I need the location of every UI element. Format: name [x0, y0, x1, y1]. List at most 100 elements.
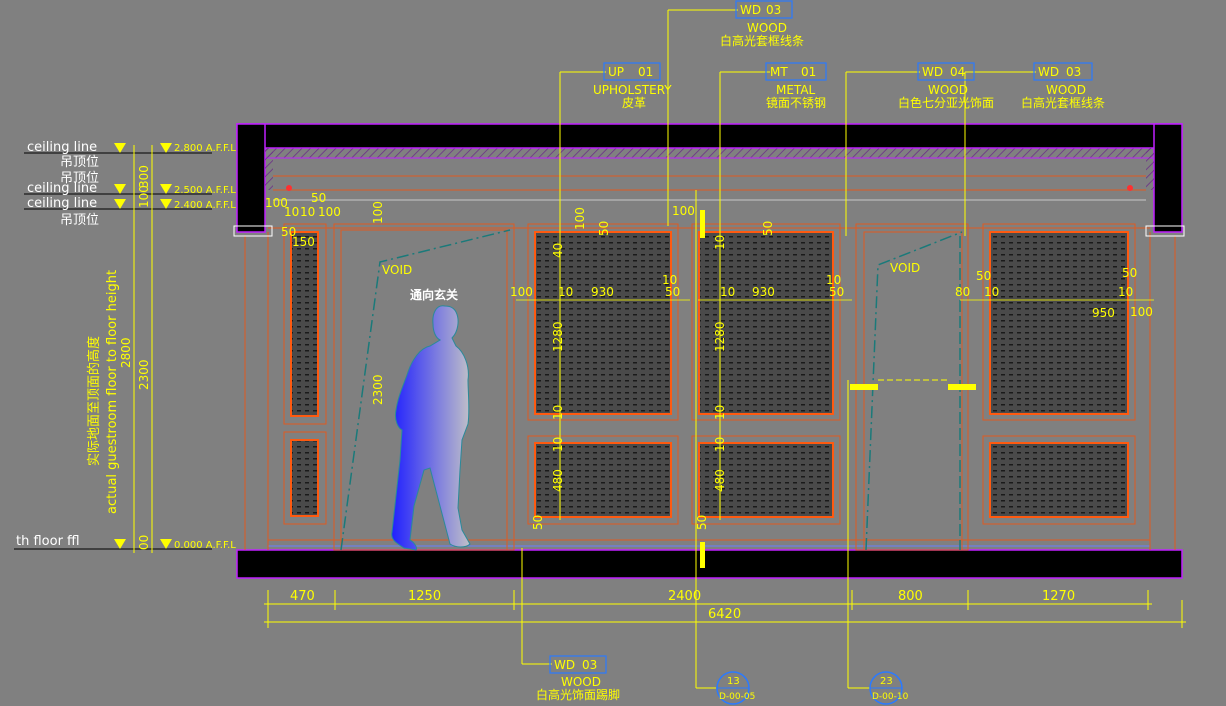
dim-label: 10 — [284, 205, 299, 219]
left-panels — [283, 223, 327, 525]
dim-label: 50 — [531, 515, 545, 530]
dim-label: 10 — [551, 405, 565, 420]
tag-desc: 白高光套框线条 — [720, 33, 804, 48]
dim-470: 470 — [290, 589, 315, 604]
dim-2800: 2800 — [119, 337, 133, 368]
caption-cn: 实际地面至顶面的高度 — [86, 336, 102, 466]
dim-label: 50 — [761, 221, 775, 236]
dim-1250: 1250 — [408, 589, 441, 604]
dim-label: 50 — [665, 285, 680, 299]
dim-label: 50 — [829, 285, 844, 299]
tag-code: WD — [740, 3, 761, 17]
dim-label: 100 — [371, 201, 385, 224]
dim-label: 1280 — [551, 321, 565, 352]
level-ceiling-3-sub: 吊顶位 — [60, 213, 99, 228]
tag-metal: MT 01 METAL 镜面不锈钢 — [765, 62, 827, 110]
dim-label: 50 — [597, 221, 611, 236]
dim-label: 50 — [1122, 266, 1137, 280]
tag-code: MT — [770, 65, 788, 79]
dim-2300: 2300 — [137, 359, 151, 390]
section-marker-left: 13 D-00-05 — [716, 671, 755, 705]
tag-bottom-wood: WD 03 WOOD 白高光饰面踢脚 — [536, 655, 620, 702]
dim-label: 10 — [558, 285, 573, 299]
tag-number: 04 — [950, 65, 965, 79]
tag-number: 01 — [801, 65, 816, 79]
dim-label: 10 — [720, 285, 735, 299]
dim-label: 10 — [662, 273, 677, 287]
dim-label: 10 — [300, 205, 315, 219]
tag-wood-03b: WD 03 WOOD 白高光套框线条 — [1021, 62, 1105, 110]
dim-label: 100 — [318, 205, 341, 219]
tag-upholstery: UP 01 UPHOLSTERY 皮革 — [593, 62, 672, 110]
tag-desc: 白高光套框线条 — [1021, 95, 1105, 110]
dim-label: 480 — [713, 469, 727, 492]
elevation-drawing: WD 03 WOOD 白高光套框线条 UP 01 UPHOLSTERY 皮革 M… — [14, 0, 1186, 705]
dim-label: 80 — [955, 285, 970, 299]
dim-100: 100 — [137, 185, 151, 208]
dim-label: 930 — [752, 285, 775, 299]
tag-wood-04: WD 04 WOOD 白色七分亚光饰面 — [898, 62, 994, 110]
dim-label: 100 — [510, 285, 533, 299]
level-ceiling-1-value: 2.800 A.F.F.L — [174, 143, 236, 154]
dim-label: 100 — [1130, 305, 1153, 319]
entrance-label: 通向玄关 — [410, 287, 458, 302]
level-ceiling-3-value: 2.400 A.F.F.L — [174, 200, 236, 211]
section-number: 13 — [727, 676, 740, 687]
dim-label: 40 — [551, 243, 565, 258]
dim-label: 50 — [695, 515, 709, 530]
dim-800: 800 — [898, 589, 923, 604]
dim-label: 950 — [1092, 306, 1115, 320]
level-ceiling-1-sub: 吊顶位 — [60, 155, 99, 170]
level-floor-label: th floor ffl — [16, 534, 80, 549]
tag-material: UPHOLSTERY — [593, 83, 672, 97]
dim-label: 50 — [976, 269, 991, 283]
tag-number: 03 — [1066, 65, 1081, 79]
bottom-dims: 470 1250 2400 800 1270 6420 — [264, 589, 1186, 628]
tag-code: WD — [554, 658, 575, 672]
section-number: 23 — [880, 676, 893, 687]
section-marker-right: 23 D-00-10 — [869, 671, 909, 705]
tag-number: 03 — [766, 3, 781, 17]
level-ceiling-2-label: ceiling line — [27, 181, 97, 196]
dim-label: 480 — [551, 469, 565, 492]
dim-00: 00 — [137, 535, 151, 550]
dim-label: 50 — [311, 191, 326, 205]
void-label-left: VOID — [382, 263, 412, 277]
void-label-right: VOID — [890, 261, 920, 275]
panel-group-3 — [982, 223, 1136, 525]
tag-material: WOOD — [928, 83, 968, 97]
dim-300: 300 — [137, 165, 151, 188]
dim-label: 1280 — [713, 321, 727, 352]
dim-label: 10 — [713, 235, 727, 250]
tag-code: UP — [608, 65, 624, 79]
dim-label: 10 — [551, 437, 565, 452]
tag-top-wood: WD 03 WOOD 白高光套框线条 — [720, 0, 804, 48]
level-ceiling-2-value: 2.500 A.F.F.L — [174, 185, 236, 196]
section-ref: D-00-10 — [872, 692, 909, 702]
dim-label: 930 — [591, 285, 614, 299]
dim-label: 10 — [713, 405, 727, 420]
dim-label: 10 — [713, 437, 727, 452]
level-ceiling-3-label: ceiling line — [27, 196, 97, 211]
level-ceiling-1-label: ceiling line — [27, 140, 97, 155]
tag-code: WD — [1038, 65, 1059, 79]
dim-label: 100 — [573, 207, 587, 230]
tag-material: WOOD — [561, 675, 601, 689]
level-floor-value: 0.000 A.F.F.L — [174, 540, 236, 551]
caption-en: actual guestroom floor to floor height — [105, 270, 120, 514]
dim-total: 6420 — [708, 607, 741, 622]
section-ref: D-00-05 — [719, 692, 755, 702]
tag-material: METAL — [776, 83, 816, 97]
tag-desc: 镜面不锈钢 — [766, 95, 826, 110]
dim-label: 150 — [292, 235, 315, 249]
tag-code: WD — [922, 65, 943, 79]
dim-label: 10 — [984, 285, 999, 299]
tag-desc: 白高光饰面踢脚 — [536, 687, 620, 702]
dim-1270: 1270 — [1042, 589, 1075, 604]
dim-label: 100 — [672, 204, 695, 218]
tag-number: 03 — [582, 658, 597, 672]
dim-label: 10 — [1118, 285, 1133, 299]
tag-material: WOOD — [1046, 83, 1086, 97]
person-silhouette — [391, 305, 471, 551]
dim-label: 2300 — [371, 374, 385, 405]
